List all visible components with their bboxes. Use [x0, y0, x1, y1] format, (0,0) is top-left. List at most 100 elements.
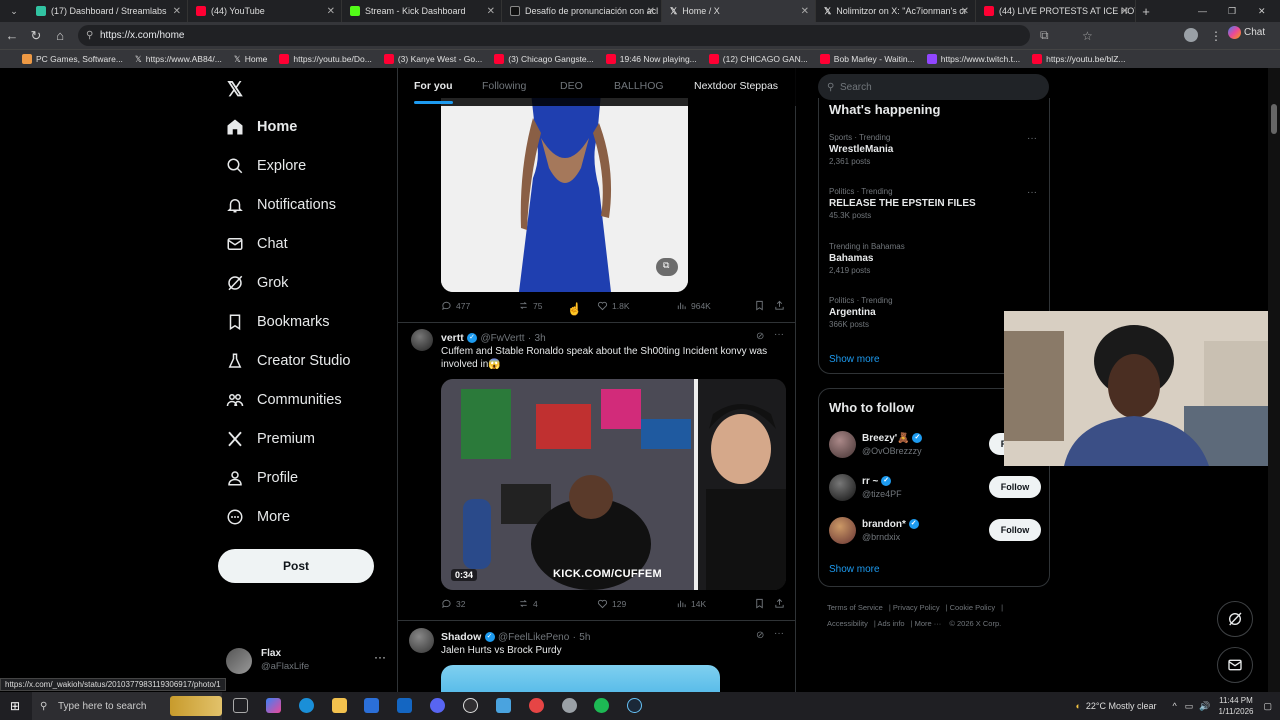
- post-button[interactable]: Post: [218, 549, 374, 583]
- tweet-image[interactable]: ⧉: [441, 98, 688, 292]
- close-tab-icon[interactable]: ✕: [1121, 6, 1129, 17]
- grok-icon[interactable]: ⊘: [756, 331, 764, 342]
- network-icon[interactable]: ▭: [1185, 701, 1194, 712]
- nav-explore[interactable]: Explore: [226, 157, 306, 175]
- menu-dots-icon[interactable]: ⋮: [1210, 29, 1222, 43]
- tweet-time[interactable]: 3h: [535, 333, 546, 344]
- footer-link[interactable]: More ···: [915, 619, 942, 628]
- follow-suggestion[interactable]: brandon* ✓ @brndxix Follow: [829, 517, 1041, 549]
- extensions-icon[interactable]: ⧉: [1040, 28, 1049, 43]
- footer-link[interactable]: Cookie Policy: [950, 603, 995, 612]
- bookmark-item[interactable]: 𝕏 Home: [234, 54, 268, 65]
- tab-search-chevron-icon[interactable]: ⌄: [0, 6, 28, 17]
- nav-grok[interactable]: Grok: [226, 274, 288, 292]
- follow-button[interactable]: Follow: [989, 476, 1041, 498]
- more-dots-icon[interactable]: ···: [1027, 133, 1037, 144]
- tweet[interactable]: vertt ✓ @FwVertt · 3h ⊘ ··· Cuffem and S…: [398, 323, 796, 621]
- show-more-link[interactable]: Show more: [829, 354, 880, 365]
- nav-premium[interactable]: Premium: [226, 430, 315, 448]
- browser-tab-active[interactable]: 𝕏 Home / X ✕: [662, 0, 816, 22]
- weather-text[interactable]: 22°C Mostly clear: [1086, 701, 1157, 711]
- discord-app-icon[interactable]: [430, 698, 445, 713]
- tab-following[interactable]: Following: [482, 80, 526, 92]
- messages-floating-button[interactable]: [1217, 647, 1253, 683]
- restore-icon[interactable]: ❐: [1228, 6, 1236, 17]
- nav-home[interactable]: Home: [226, 118, 297, 136]
- nav-communities[interactable]: Communities: [226, 391, 342, 409]
- taskbar-search-input[interactable]: ⚲ Type here to search: [32, 692, 222, 720]
- page-scrollbar[interactable]: [1268, 68, 1280, 692]
- reply-button[interactable]: 32: [441, 598, 465, 609]
- avatar[interactable]: [409, 628, 434, 653]
- bookmark-item[interactable]: (12) CHICAGO GAN...: [708, 54, 808, 64]
- show-more-link[interactable]: Show more: [829, 564, 880, 575]
- tab-nextdoor-steppas[interactable]: Nextdoor Steppas: [694, 80, 778, 92]
- close-tab-icon[interactable]: ✕: [327, 6, 335, 17]
- notification-center-icon[interactable]: ▢: [1263, 701, 1272, 712]
- file-explorer-icon[interactable]: [332, 698, 347, 713]
- scrollbar-thumb[interactable]: [1271, 104, 1277, 134]
- footer-link[interactable]: Accessibility: [827, 619, 868, 628]
- more-dots-icon[interactable]: ···: [374, 650, 386, 664]
- trend-item[interactable]: Sports · Trending WrestleMania 2,361 pos…: [829, 133, 1039, 166]
- browser-tab[interactable]: Desafío de pronunciación con acl ✕: [502, 0, 662, 22]
- follow-suggestion[interactable]: rr ~ ✓ @tize4PF Follow: [829, 474, 1041, 506]
- clock[interactable]: 11:44 PM 1/11/2026: [1218, 695, 1253, 717]
- share-button[interactable]: [774, 598, 785, 609]
- nav-profile[interactable]: Profile: [226, 469, 298, 487]
- footer-link[interactable]: Ads info: [877, 619, 904, 628]
- app-icon[interactable]: [496, 698, 511, 713]
- nav-notifications[interactable]: Notifications: [226, 196, 336, 214]
- star-bookmark-icon[interactable]: ☆: [1082, 29, 1093, 43]
- tab-ballhog[interactable]: BALLHOG: [614, 80, 664, 92]
- url-input[interactable]: ⚲ https://x.com/home: [78, 25, 1030, 46]
- obs-app-icon[interactable]: [463, 698, 478, 713]
- copilot-chat-button[interactable]: Chat: [1228, 26, 1265, 39]
- windows-start-icon[interactable]: ⊞: [10, 699, 20, 713]
- new-tab-icon[interactable]: +: [1136, 4, 1156, 19]
- nav-bookmarks[interactable]: Bookmarks: [226, 313, 330, 331]
- store-app-icon[interactable]: [364, 698, 379, 713]
- close-tab-icon[interactable]: ✕: [801, 6, 809, 17]
- views-button[interactable]: 964K: [676, 300, 711, 311]
- outlook-app-icon[interactable]: [397, 698, 412, 713]
- more-dots-icon[interactable]: ···: [774, 329, 784, 340]
- search-input[interactable]: ⚲ Search: [818, 74, 1049, 100]
- footer-link[interactable]: Terms of Service: [827, 603, 883, 612]
- bookmark-item[interactable]: https://www.twitch.t...: [926, 54, 1020, 64]
- chrome-app-icon[interactable]: [562, 698, 577, 713]
- bookmark-item[interactable]: https://youtu.be/Do...: [279, 54, 372, 64]
- tab-for-you[interactable]: For you: [414, 80, 453, 104]
- bookmark-item[interactable]: 19:46 Now playing...: [605, 54, 697, 64]
- like-button[interactable]: 129: [597, 598, 626, 609]
- edge-app-icon[interactable]: [299, 698, 314, 713]
- home-button-icon[interactable]: ⌂: [48, 28, 72, 43]
- like-button[interactable]: 1.8K: [597, 300, 630, 311]
- minimize-icon[interactable]: —: [1198, 6, 1207, 16]
- bookmark-item[interactable]: https://youtu.be/blZ...: [1032, 54, 1125, 64]
- x-logo-icon[interactable]: 𝕏: [227, 77, 243, 102]
- browser-tab[interactable]: (44) YouTube ✕: [188, 0, 342, 22]
- nav-chat[interactable]: Chat: [226, 235, 288, 253]
- browser-tab[interactable]: 𝕏 Nolimitzor on X: "Ac7ionman's cr ✕: [816, 0, 976, 22]
- alt-text-badge-icon[interactable]: ⧉: [663, 260, 669, 271]
- tweet-video[interactable]: KICK.COM/CUFFEM 0:34: [441, 379, 786, 590]
- follow-button[interactable]: Follow: [989, 519, 1041, 541]
- author-name[interactable]: Shadow: [441, 631, 481, 643]
- author-name[interactable]: vertt: [441, 332, 464, 344]
- back-icon[interactable]: ←: [0, 28, 24, 43]
- bookmark-item[interactable]: (3) Chicago Gangste...: [494, 54, 594, 64]
- tweet[interactable]: Shadow ✓ @FeelLikePeno · 5h ⊘ ··· Jalen …: [398, 621, 796, 692]
- views-button[interactable]: 14K: [676, 598, 706, 609]
- nav-creator-studio[interactable]: Creator Studio: [226, 352, 351, 370]
- bookmark-item[interactable]: PC Games, Software...: [22, 54, 123, 64]
- repost-button[interactable]: 4: [518, 598, 538, 609]
- volume-icon[interactable]: 🔊: [1199, 701, 1210, 712]
- bookmark-item[interactable]: Bob Marley - Waitin...: [819, 54, 915, 64]
- tray-arrow-icon[interactable]: ^: [1173, 701, 1177, 711]
- browser-tab[interactable]: Stream - Kick Dashboard ✕: [342, 0, 502, 22]
- avatar[interactable]: [411, 329, 433, 351]
- more-dots-icon[interactable]: ···: [1027, 187, 1037, 198]
- close-tab-icon[interactable]: ✕: [647, 6, 655, 17]
- author-handle[interactable]: @FeelLikePeno: [498, 632, 569, 643]
